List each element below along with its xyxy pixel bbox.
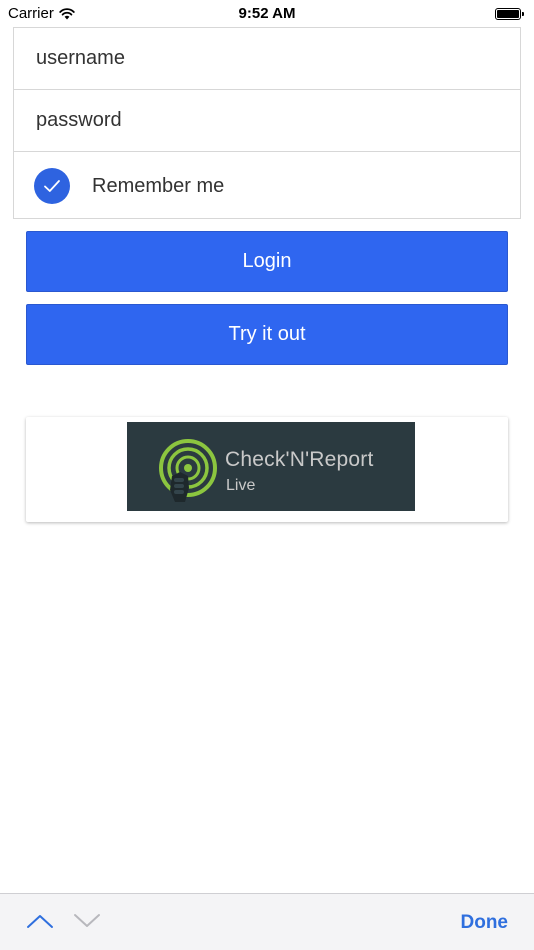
remember-me-row[interactable]: Remember me: [14, 152, 520, 220]
screen: Carrier 9:52 AM Remember me: [0, 0, 534, 950]
login-form: Remember me: [13, 27, 521, 219]
remember-me-checkbox[interactable]: [34, 168, 70, 204]
battery-fill: [497, 10, 519, 18]
login-button[interactable]: Login: [26, 231, 508, 292]
signal-hand-logo-icon: [159, 439, 217, 502]
logo-banner: Check'N'Report Live: [127, 422, 415, 511]
chevron-down-icon[interactable]: [73, 912, 101, 930]
logo-name: Check'N'Report: [225, 448, 374, 471]
username-input[interactable]: [36, 47, 496, 70]
checkmark-icon: [44, 180, 60, 192]
status-time: 9:52 AM: [238, 5, 296, 22]
logo-subtitle: Live: [226, 477, 256, 494]
keyboard-toolbar: Done: [0, 893, 534, 950]
done-button[interactable]: Done: [461, 912, 509, 934]
username-row: [14, 28, 520, 90]
password-input[interactable]: [36, 109, 496, 132]
chevron-up-icon[interactable]: [26, 912, 54, 930]
try-it-out-button[interactable]: Try it out: [26, 304, 508, 365]
password-row: [14, 90, 520, 152]
battery-icon: [495, 8, 524, 20]
status-bar: Carrier 9:52 AM: [0, 0, 534, 28]
remember-me-label: Remember me: [92, 174, 225, 197]
logo-card: Check'N'Report Live: [26, 417, 508, 522]
